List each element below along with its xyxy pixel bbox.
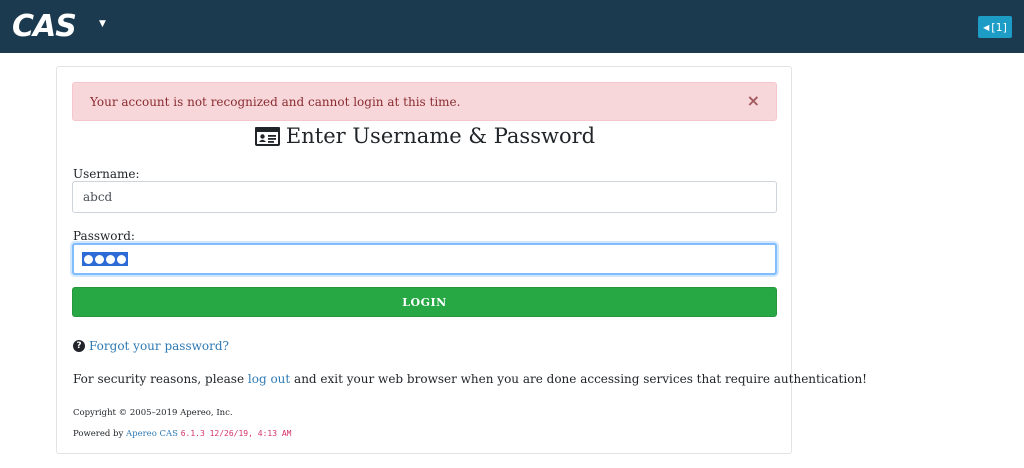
heading-text: Enter Username & Password <box>285 124 596 148</box>
id-card-icon <box>254 126 280 146</box>
security-notice: For security reasons, please log out and… <box>73 372 867 386</box>
copyright-text: Copyright © 2005–2019 Apereo, Inc. <box>73 408 233 418</box>
password-label: Password: <box>73 229 135 243</box>
password-dot <box>117 254 126 264</box>
password-dot <box>84 254 93 264</box>
login-heading: Enter Username & Password <box>57 124 793 148</box>
login-button[interactable]: LOGIN <box>72 287 777 317</box>
error-alert: Your account is not recognized and canno… <box>72 82 777 121</box>
forgot-password-row: ? Forgot your password? <box>73 339 229 353</box>
login-card: Your account is not recognized and canno… <box>56 66 867 454</box>
version-info: 6.1.3 12/26/19, 4:13 AM <box>180 429 292 438</box>
security-text-after: and exit your web browser when you are d… <box>290 372 867 386</box>
logout-link[interactable]: log out <box>248 372 290 386</box>
session-count: [1] <box>991 20 1007 34</box>
close-icon[interactable]: × <box>747 93 760 109</box>
password-masked-value <box>82 252 128 266</box>
cas-logo[interactable]: CAS <box>12 6 77 46</box>
apereo-cas-link[interactable]: Apereo CAS <box>126 429 178 439</box>
security-text-before: For security reasons, please <box>73 372 248 386</box>
chevron-left-icon: ◀ <box>983 22 990 32</box>
username-input[interactable]: abcd <box>72 181 777 213</box>
powered-prefix: Powered by <box>73 429 126 439</box>
password-dot <box>106 254 115 264</box>
password-input[interactable] <box>72 243 777 275</box>
top-navbar: CAS ▼ ◀ [1] <box>0 0 1024 53</box>
username-label: Username: <box>73 167 140 181</box>
powered-by: Powered by Apereo CAS 6.1.3 12/26/19, 4:… <box>73 429 291 439</box>
forgot-password-link[interactable]: Forgot your password? <box>89 339 229 353</box>
session-toggle-button[interactable]: ◀ [1] <box>978 16 1012 38</box>
alert-message: Your account is not recognized and canno… <box>90 94 461 109</box>
question-circle-icon: ? <box>73 340 85 352</box>
username-value: abcd <box>83 190 113 204</box>
caret-down-icon[interactable]: ▼ <box>99 19 106 29</box>
password-dot <box>95 254 104 264</box>
